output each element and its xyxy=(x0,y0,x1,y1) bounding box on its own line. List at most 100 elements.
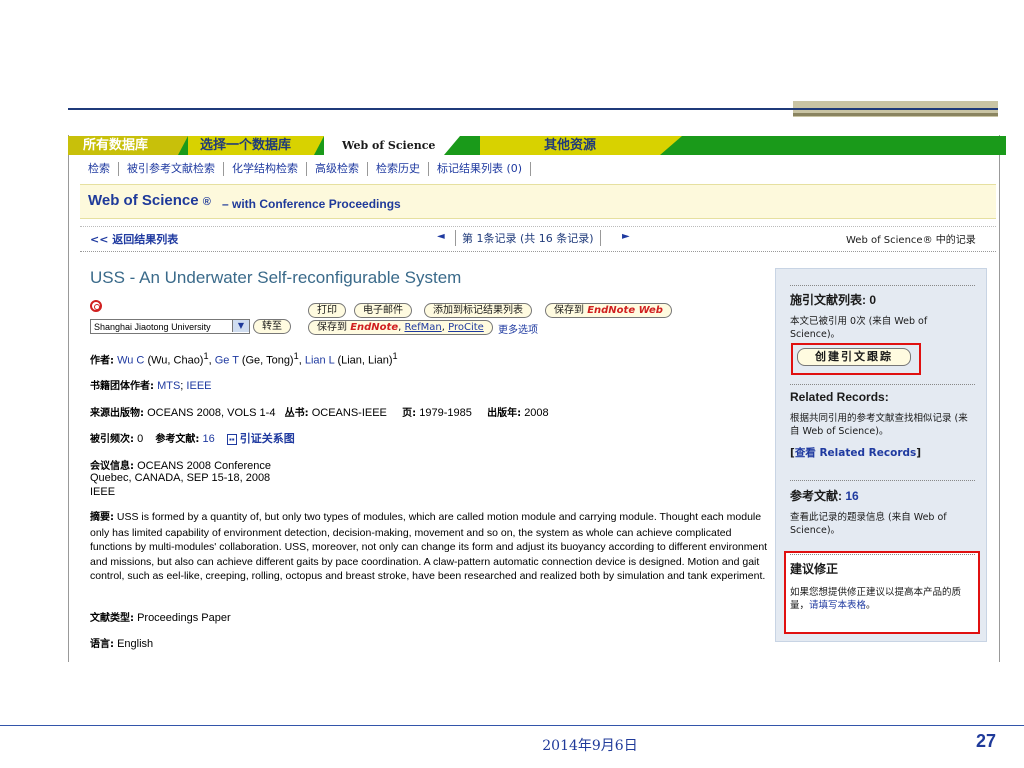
group-author-link-2[interactable]: IEEE xyxy=(186,380,211,392)
language-value: English xyxy=(117,638,154,650)
sfx-link-icon[interactable] xyxy=(90,300,102,312)
author-fullname-3: (Lian, Lian) xyxy=(337,354,393,367)
tab-all-databases-edge xyxy=(178,136,188,155)
save-to-endnote-web-button[interactable]: 保存到 EndNote Web xyxy=(545,303,672,318)
citing-articles-text: 本文已被引用 0次 (来自 Web of Science)。 xyxy=(790,316,928,340)
related-records-heading: Related Records: xyxy=(790,390,889,404)
procite-link[interactable]: ProCite xyxy=(448,322,484,333)
next-record-icon[interactable]: ► xyxy=(622,231,630,242)
subnav-marked-list[interactable]: 标记结果列表 (0) xyxy=(429,162,532,176)
tab-web-of-science[interactable]: Web of Science xyxy=(324,136,444,155)
abstract: 摘要: USS is formed by a quantity of, but … xyxy=(90,510,770,584)
chevron-down-icon[interactable]: ▼ xyxy=(232,320,249,332)
references-heading-label: 参考文献: xyxy=(790,489,842,503)
highlight-box-citation-alert xyxy=(791,343,921,375)
slide-page-number: 27 xyxy=(975,731,996,751)
language-label: 语言: xyxy=(90,639,114,650)
source-label: 来源出版物: xyxy=(90,408,144,419)
search-subnav: 检索 被引参考文献检索 化学结构检索 高级检索 检索历史 标记结果列表 (0) xyxy=(80,158,532,180)
author-affiliation-2: 1 xyxy=(293,351,299,361)
record-position: 第 1条记录 (共 16 条记录) xyxy=(455,230,601,246)
document-type-line: 文献类型: Proceedings Paper xyxy=(90,609,231,624)
back-to-results-link[interactable]: << 返回结果列表 xyxy=(90,231,178,247)
database-header xyxy=(80,184,996,219)
abstract-text: USS is formed by a quantity of, but only… xyxy=(90,511,768,582)
document-type-value: Proceedings Paper xyxy=(137,612,231,624)
author-link-2[interactable]: Ge T xyxy=(215,355,239,367)
year-label: 出版年: xyxy=(487,408,522,419)
authors-line: 作者: Wu C (Wu, Chao)1, Ge T (Ge, Tong)1, … xyxy=(90,351,398,367)
subnav-cited-reference-search[interactable]: 被引参考文献检索 xyxy=(119,162,224,176)
tab-other-resources-edge xyxy=(660,136,682,155)
pages-value: 1979-1985 xyxy=(419,407,472,419)
abstract-label: 摘要: xyxy=(90,512,114,523)
slide-date: 2014年9月6日 xyxy=(542,738,638,754)
slide-header-block-accent xyxy=(793,113,998,116)
group-author-link-1[interactable]: MTS xyxy=(157,380,180,392)
email-button[interactable]: 电子邮件 xyxy=(354,303,412,318)
tab-select-database[interactable]: 选择一个数据库 xyxy=(188,136,314,155)
endnote-logo: EndNote xyxy=(350,322,399,333)
slide-footer-line xyxy=(0,725,1024,726)
author-fullname-1: (Wu, Chao) xyxy=(147,354,204,367)
database-title-text: Web of Science xyxy=(88,192,199,209)
related-records-link-line: [查看 Related Records] xyxy=(790,447,975,460)
institution-select[interactable]: Shanghai Jiaotong University xyxy=(90,319,250,334)
tab-select-database-edge xyxy=(314,136,324,155)
conference-name: OCEANS 2008 Conference xyxy=(137,460,271,472)
author-fullname-2: (Ge, Tong) xyxy=(241,354,294,367)
references-text: 查看此记录的题录信息 (来自 Web of Science)。 xyxy=(790,512,947,536)
tab-all-databases[interactable]: 所有数据库 xyxy=(68,136,178,155)
goto-button[interactable]: 转至 xyxy=(253,319,291,334)
view-related-records-link[interactable]: 查看 Related Records xyxy=(795,447,916,459)
authors-label: 作者: xyxy=(90,355,114,367)
author-link-1[interactable]: Wu C xyxy=(117,355,144,367)
citation-map-link[interactable]: 引证关系图 xyxy=(240,433,295,445)
more-options-link[interactable]: 更多选项 xyxy=(498,321,538,336)
tab-other-resources[interactable]: 其他资源 xyxy=(480,136,660,155)
sidebar-divider-2 xyxy=(790,384,975,385)
conference-organizer: IEEE xyxy=(90,486,116,498)
endnote-web-logo: EndNote Web xyxy=(587,305,663,316)
subnav-search[interactable]: 检索 xyxy=(80,162,119,176)
subnav-search-history[interactable]: 检索历史 xyxy=(368,162,429,176)
conference-place: Quebec, CANADA, SEP 15-18, 2008 xyxy=(90,472,271,484)
times-cited-label: 被引频次: xyxy=(90,434,134,445)
citation-map-icon[interactable]: ▪▪ xyxy=(226,434,237,445)
group-authors-line: 书籍团体作者: MTS; IEEE xyxy=(90,380,212,392)
print-button[interactable]: 打印 xyxy=(308,303,346,318)
database-subtitle: – with Conference Proceedings xyxy=(222,197,401,211)
series-label: 丛书: xyxy=(284,408,309,419)
group-authors-label: 书籍团体作者: xyxy=(90,381,154,392)
save-to-label-2: 保存到 xyxy=(317,322,347,333)
database-title: Web of Science ® xyxy=(88,192,211,209)
author-affiliation-3: 1 xyxy=(392,351,398,361)
source-line: 来源出版物: OCEANS 2008, VOLS 1-4 丛书: OCEANS-… xyxy=(90,404,549,419)
subnav-structure-search[interactable]: 化学结构检索 xyxy=(224,162,307,176)
citing-articles-heading: 施引文献列表: 0 xyxy=(790,293,877,307)
save-to-label: 保存到 xyxy=(554,305,584,316)
language-line: 语言: English xyxy=(90,635,153,650)
author-link-3[interactable]: Lian L xyxy=(305,355,335,367)
wos-records-label: Web of Science® 中的记录 xyxy=(846,235,976,246)
slide-header-line xyxy=(68,108,998,110)
references-heading: 参考文献: 16 xyxy=(790,487,859,504)
add-to-marked-list-button[interactable]: 添加到标记结果列表 xyxy=(424,303,532,318)
pages-label: 页: xyxy=(402,408,417,419)
sidebar-divider-1 xyxy=(790,285,975,286)
refman-link[interactable]: RefMan xyxy=(404,322,441,333)
save-to-reference-manager-button[interactable]: 保存到 EndNote, RefMan, ProCite xyxy=(308,320,493,335)
highlight-box-suggest-correction xyxy=(784,551,980,634)
series-value: OCEANS-IEEE xyxy=(311,407,387,419)
references-count-link[interactable]: 16 xyxy=(845,489,858,503)
author-affiliation-1: 1 xyxy=(203,351,209,361)
related-records-text: 根据共同引用的参考文献查找相似记录 (来自 Web of Science)。 xyxy=(790,413,968,437)
sidebar-divider-3 xyxy=(790,480,975,481)
subnav-advanced-search[interactable]: 高级检索 xyxy=(307,162,368,176)
bracket-close: ] xyxy=(916,447,922,459)
references-link[interactable]: 16 xyxy=(202,433,214,445)
references-label: 参考文献: xyxy=(155,434,200,445)
record-title: USS - An Underwater Self-reconfigurable … xyxy=(90,268,462,287)
conference-label: 会议信息: xyxy=(90,461,134,472)
previous-record-icon[interactable]: ◄ xyxy=(437,231,445,242)
